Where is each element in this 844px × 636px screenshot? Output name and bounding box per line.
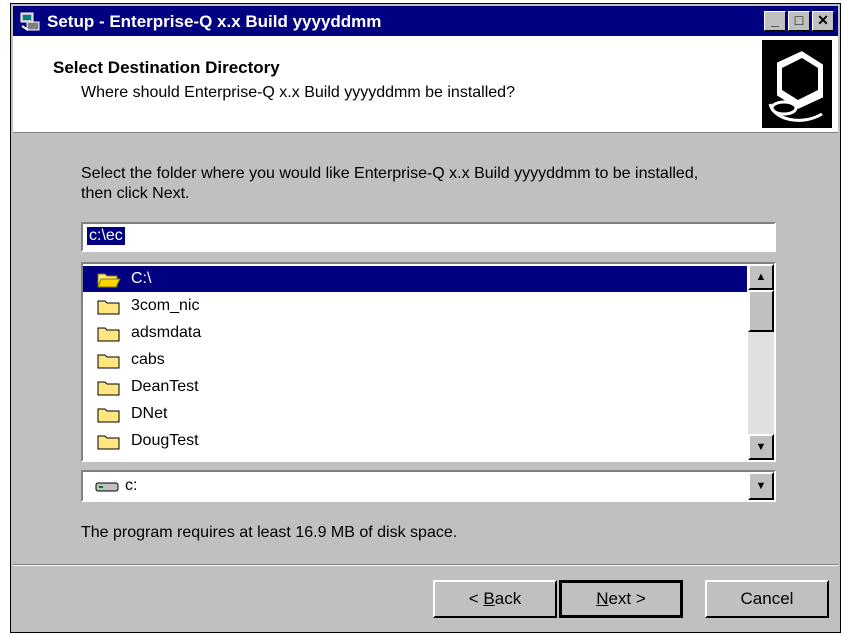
cancel-button[interactable]: Cancel — [705, 580, 829, 618]
scroll-up-arrow-icon[interactable]: ▲ — [748, 264, 774, 290]
folder-item-dougtest[interactable]: DougTest — [83, 428, 747, 454]
folder-icon — [97, 300, 120, 315]
window-title: Setup - Enterprise-Q x.x Build yyyyddmm — [47, 12, 382, 31]
folder-label: DeanTest — [131, 378, 199, 395]
folder-label: C:\ — [131, 270, 152, 287]
page-subtitle: Where should Enterprise-Q x.x Build yyyy… — [81, 84, 515, 101]
folder-label: adsmdata — [131, 324, 202, 341]
folder-label: DNet — [131, 405, 168, 422]
instruction-line-2: then click Next. — [81, 185, 190, 202]
button-divider — [13, 564, 838, 566]
destination-path-input[interactable]: c:\ec — [81, 222, 776, 252]
folder-item-c-root[interactable]: C:\ — [83, 266, 747, 292]
folder-icon — [97, 327, 120, 342]
drive-selected-value: c: — [125, 477, 138, 494]
wizard-header: Select Destination Directory Where shoul… — [13, 36, 838, 133]
hard-drive-icon — [95, 482, 119, 492]
folder-item-3com-nic[interactable]: 3com_nic — [83, 293, 747, 319]
folder-item-dnet[interactable]: DNet — [83, 401, 747, 427]
next-button[interactable]: Next > — [559, 580, 683, 618]
scroll-thumb[interactable] — [748, 290, 774, 332]
folder-icon — [97, 435, 120, 450]
open-folder-icon — [97, 273, 121, 288]
back-prefix: < — [468, 589, 484, 608]
folder-item-adsmdata[interactable]: adsmdata — [83, 320, 747, 346]
folder-icon — [97, 381, 120, 396]
back-mnemonic: B — [483, 589, 495, 608]
folder-item-deantest[interactable]: DeanTest — [83, 374, 747, 400]
instruction-text: Select the folder where you would like E… — [81, 164, 801, 204]
back-label-rest: ack — [494, 589, 522, 608]
scroll-down-arrow-icon[interactable]: ▼ — [748, 434, 774, 460]
close-button[interactable]: ✕ — [812, 11, 834, 31]
page-title: Select Destination Directory — [53, 58, 280, 77]
minimize-button[interactable]: _ — [764, 11, 786, 31]
disk-space-requirement: The program requires at least 16.9 MB of… — [81, 524, 458, 541]
next-mnemonic: N — [596, 589, 609, 608]
folder-label: cabs — [131, 351, 165, 368]
folder-tree-list[interactable]: C:\ 3com_nic adsmdata cabs DeanTest DNet… — [81, 262, 776, 462]
setup-window: Setup - Enterprise-Q x.x Build yyyyddmm … — [10, 3, 841, 633]
maximize-button[interactable]: □ — [788, 11, 810, 31]
folder-list-scrollbar[interactable]: ▲ ▼ — [748, 264, 774, 460]
folder-label: DougTest — [131, 432, 199, 449]
drive-dropdown[interactable]: c: ▼ — [81, 470, 776, 502]
folder-icon — [97, 408, 120, 423]
destination-path-value: c:\ec — [87, 227, 125, 245]
back-button[interactable]: < Back — [433, 580, 557, 618]
computer-install-icon — [762, 40, 832, 128]
title-bar[interactable]: Setup - Enterprise-Q x.x Build yyyyddmm … — [13, 6, 838, 36]
setup-app-icon — [20, 12, 40, 31]
folder-item-cabs[interactable]: cabs — [83, 347, 747, 373]
chevron-down-icon[interactable]: ▼ — [748, 472, 774, 500]
folder-label: 3com_nic — [131, 297, 200, 314]
instruction-line-1: Select the folder where you would like E… — [81, 165, 699, 182]
next-label-rest: ext > — [608, 589, 646, 608]
folder-icon — [97, 354, 120, 369]
